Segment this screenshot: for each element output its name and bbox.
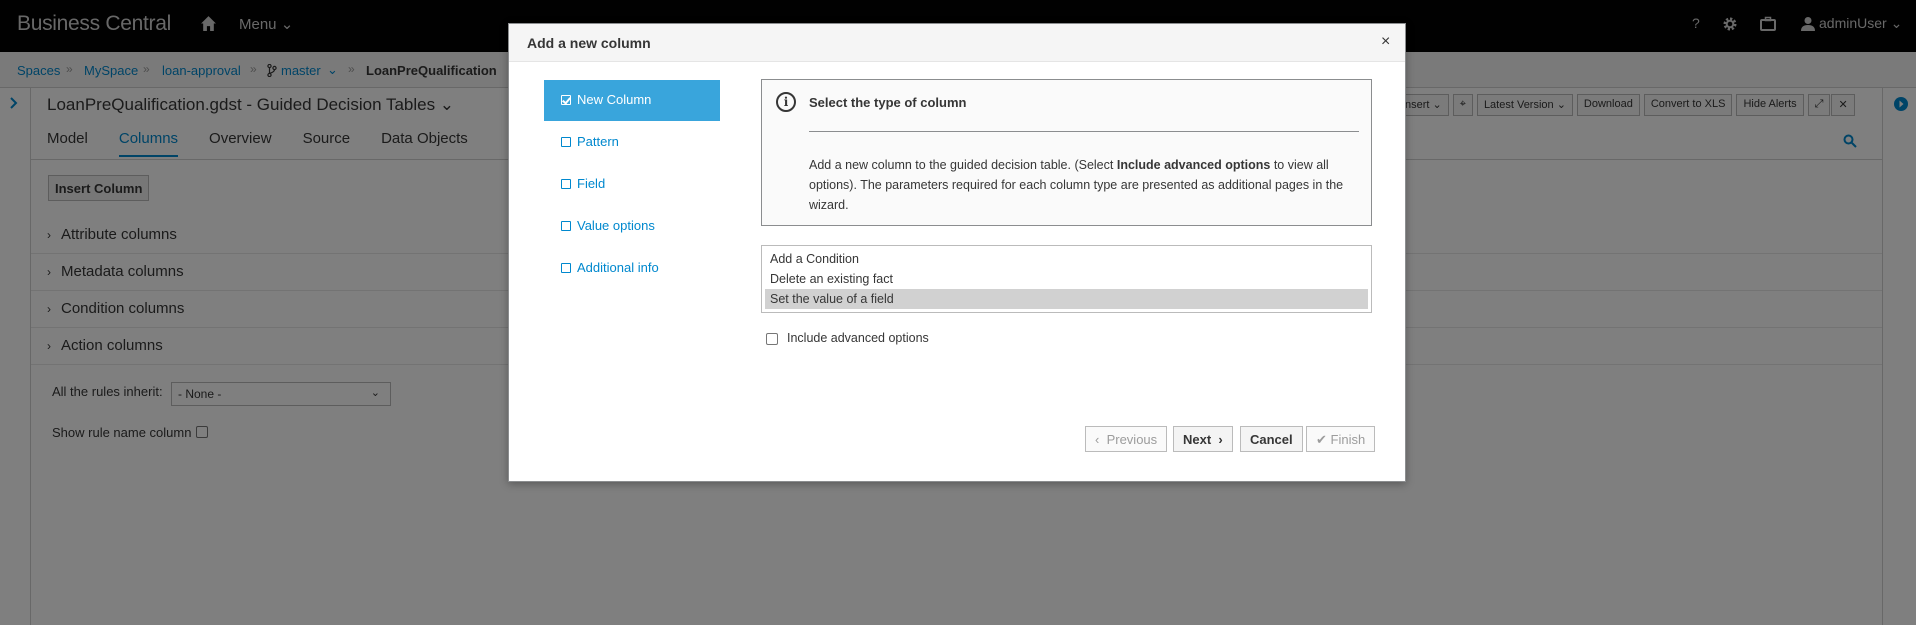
list-item[interactable]: Add a Condition <box>765 249 1368 269</box>
step-field[interactable]: Field <box>544 164 720 205</box>
step-value-options[interactable]: Value options <box>544 206 720 247</box>
step-additional-info[interactable]: Additional info <box>544 248 720 289</box>
unchecked-box-icon <box>561 137 571 147</box>
info-text: Add a new column to the guided decision … <box>809 158 1117 172</box>
chevron-right-icon: › <box>1218 432 1223 447</box>
step-label: Field <box>577 176 606 191</box>
info-heading: Select the type of column <box>809 95 967 110</box>
previous-button[interactable]: ‹ Previous <box>1085 426 1168 452</box>
modal-header: Add a new column × <box>509 24 1405 62</box>
step-new-column[interactable]: New Column <box>544 80 720 121</box>
cancel-button[interactable]: Cancel <box>1240 426 1303 452</box>
info-divider <box>809 131 1359 132</box>
button-label: Next <box>1183 432 1212 447</box>
checked-box-icon <box>561 95 571 105</box>
step-pattern[interactable]: Pattern <box>544 122 720 163</box>
info-panel: i Select the type of column Add a new co… <box>761 79 1372 226</box>
chevron-left-icon: ‹ <box>1095 432 1100 447</box>
add-column-dialog: Add a new column × New Column Pattern Fi… <box>508 23 1406 482</box>
list-item[interactable]: Delete an existing fact <box>765 269 1368 289</box>
step-label: New Column <box>577 92 652 107</box>
include-advanced-checkbox[interactable] <box>766 333 778 345</box>
button-label: Finish <box>1330 432 1366 447</box>
step-label: Additional info <box>577 260 659 275</box>
close-icon[interactable]: × <box>1381 33 1390 51</box>
info-icon: i <box>776 92 796 112</box>
button-label: Previous <box>1106 432 1158 447</box>
info-text-bold: Include advanced options <box>1116 158 1271 172</box>
wizard-steps: New Column Pattern Field Value options A… <box>544 80 720 290</box>
finish-button[interactable]: ✔ Finish <box>1306 426 1376 452</box>
modal-title: Add a new column <box>527 35 651 51</box>
step-label: Pattern <box>577 134 619 149</box>
include-advanced-label[interactable]: Include advanced options <box>787 331 929 345</box>
next-button[interactable]: Next › <box>1173 426 1233 452</box>
step-label: Value options <box>577 218 655 233</box>
info-body: Add a new column to the guided decision … <box>809 155 1359 215</box>
column-type-list[interactable]: Add a Condition Delete an existing fact … <box>761 245 1372 313</box>
list-item[interactable]: Set the value of a field <box>765 289 1368 309</box>
check-icon: ✔ <box>1316 432 1327 447</box>
unchecked-box-icon <box>561 263 571 273</box>
unchecked-box-icon <box>561 179 571 189</box>
unchecked-box-icon <box>561 221 571 231</box>
